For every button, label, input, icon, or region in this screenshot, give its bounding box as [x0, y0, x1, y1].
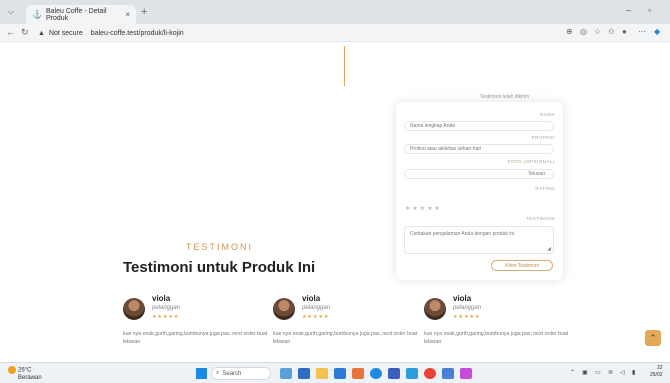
battery-icon[interactable]: ▮ — [632, 369, 635, 376]
tab-close-icon[interactable]: × — [125, 10, 130, 19]
taskbar-search[interactable]: ⌕ Search — [211, 367, 271, 380]
edge-icon[interactable] — [370, 368, 382, 379]
system-clock[interactable]: 22 25/02 — [650, 365, 663, 379]
volume-icon[interactable]: ◁ — [620, 369, 625, 376]
task-view-icon[interactable] — [298, 368, 310, 379]
tray-app-icon[interactable]: ▣ — [582, 369, 588, 376]
tray-app-icon[interactable]: ▭ — [595, 369, 601, 376]
read-aloud-icon[interactable]: ◎ — [580, 27, 587, 36]
tab-list-icon[interactable]: ⌵ — [8, 7, 14, 17]
app-icon[interactable] — [352, 368, 364, 379]
security-label: Not secure — [48, 29, 83, 37]
refresh-icon[interactable]: ↻ — [21, 27, 29, 38]
testimonial-name: viola — [302, 294, 321, 303]
resize-handle-icon[interactable]: ◢ — [547, 246, 551, 252]
testimonial-quote: kue nya enak,gurih,garing,bumbunya juga … — [123, 331, 268, 345]
name-label: NAMA — [539, 112, 555, 117]
page-content: Testimoni telah dikirim NAMA Nama lengka… — [0, 42, 670, 362]
avatar — [123, 298, 145, 320]
tab-title: Baleu Coffe - Detail Produk — [45, 7, 107, 22]
profile-icon[interactable]: ● — [622, 27, 627, 36]
avatar — [424, 298, 446, 320]
testimony-label: TESTIMONI — [526, 216, 555, 221]
search-icon: ⌕ — [216, 370, 220, 376]
testimonial-quote: kue nya enak,gurih,garing,bumbunya juga … — [273, 331, 418, 345]
testimonial-card: viola pelanggan ★★★★★ kue nya enak,gurih… — [273, 294, 423, 354]
photo-browse-button[interactable]: Telusuri — [528, 171, 545, 177]
search-label: Search — [222, 370, 242, 377]
clock-time: 22 — [656, 365, 663, 371]
scroll-to-top-button[interactable]: ⌃ — [645, 330, 661, 346]
testimonial-form: NAMA Nama lengkap Anda PROFESI Profesi a… — [396, 102, 563, 280]
rating-stars[interactable]: ★★★★★ — [405, 205, 442, 212]
chevron-up-icon: ⌃ — [649, 332, 657, 343]
testimonial-stars: ★★★★★ — [152, 314, 180, 320]
app-icon[interactable] — [388, 368, 400, 379]
weather-widget[interactable]: 26°C Berawan — [8, 366, 42, 382]
testimonial-quote: kue nya enak,gurih,garing,bumbunya juga … — [424, 331, 569, 345]
decorative-divider — [344, 46, 345, 86]
app-icon[interactable] — [442, 368, 454, 379]
more-icon[interactable]: ⋯ — [638, 27, 646, 36]
zoom-icon[interactable]: ⊕ — [566, 27, 573, 36]
testimonial-stars: ★★★★★ — [453, 314, 481, 320]
site-favicon-icon: ⚓ — [32, 10, 42, 19]
address-bar-row: ← ↻ ▲ Not secure baleu-coffe.test/produk… — [0, 24, 670, 42]
maximize-icon[interactable]: ▫ — [648, 5, 651, 15]
section-title: Testimoni untuk Produk Ini — [123, 259, 316, 276]
favorite-icon[interactable]: ☆ — [594, 27, 601, 36]
widgets-icon[interactable] — [280, 368, 292, 379]
testimony-placeholder: Ceritakan pengalaman Anda dengan produk … — [410, 231, 515, 237]
windows-start-icon[interactable] — [196, 368, 207, 379]
weather-condition: Berawan — [18, 374, 42, 381]
testimonial-name: viola — [453, 294, 472, 303]
app-icon[interactable] — [406, 368, 418, 379]
avatar — [273, 298, 295, 320]
form-info-text: Testimoni telah dikirim — [480, 94, 530, 100]
url-text: baleu-coffe.test/produk/li-kojin — [90, 29, 184, 37]
clock-date: 25/02 — [650, 372, 663, 378]
profession-input[interactable]: Profesi atau aktivitas sehari-hari — [404, 144, 554, 154]
testimonial-card: viola pelanggan ★★★★★ kue nya enak,gurih… — [123, 294, 273, 354]
minimize-icon[interactable]: – — [626, 5, 631, 15]
profession-label: PROFESI — [531, 135, 555, 140]
testimony-textarea[interactable]: Ceritakan pengalaman Anda dengan produk … — [404, 226, 554, 254]
back-icon[interactable]: ← — [6, 27, 15, 37]
testimonial-stars: ★★★★★ — [302, 314, 330, 320]
testimonial-role: pelanggan — [152, 305, 181, 311]
section-kicker: TESTIMONI — [186, 242, 253, 252]
wifi-icon[interactable]: ≋ — [608, 369, 613, 376]
file-explorer-icon[interactable] — [316, 368, 328, 379]
chrome-icon[interactable] — [424, 368, 436, 379]
new-tab-button[interactable]: + — [141, 6, 147, 18]
testimonial-card: viola pelanggan ★★★★★ kue nya enak,gurih… — [424, 294, 574, 354]
testimonial-role: pelanggan — [453, 305, 482, 311]
name-input[interactable]: Nama lengkap Anda — [404, 121, 554, 131]
warning-icon: ▲ — [38, 29, 45, 37]
sun-icon — [8, 366, 16, 374]
tray-chevron-icon[interactable]: ⌃ — [570, 369, 575, 376]
store-icon[interactable] — [334, 368, 346, 379]
testimonial-role: pelanggan — [302, 305, 331, 311]
submit-testimonial-button[interactable]: Kirim Testimoni — [491, 260, 553, 271]
browser-tab-bar: ⌵ ⚓ Baleu Coffe - Detail Produk × + – ▫ — [0, 0, 670, 24]
rating-label: RATING — [535, 186, 555, 191]
taskbar: 26°C Berawan ⌕ Search ⌃ ▣ ▭ ≋ ◁ ▮ 22 25/… — [0, 362, 670, 383]
photo-file-input[interactable]: Telusuri — [404, 169, 554, 179]
favorites-bar-icon[interactable]: ✩ — [608, 27, 615, 36]
copilot-icon[interactable]: ◆ — [654, 27, 660, 36]
app-icon[interactable] — [460, 368, 472, 379]
photo-label: FOTO (OPSIONAL) — [507, 159, 555, 164]
weather-temp: 26°C — [18, 367, 32, 374]
browser-tab[interactable]: ⚓ Baleu Coffe - Detail Produk × — [26, 5, 136, 24]
address-bar[interactable]: ▲ Not secure baleu-coffe.test/produk/li-… — [38, 26, 618, 40]
testimonial-name: viola — [152, 294, 171, 303]
